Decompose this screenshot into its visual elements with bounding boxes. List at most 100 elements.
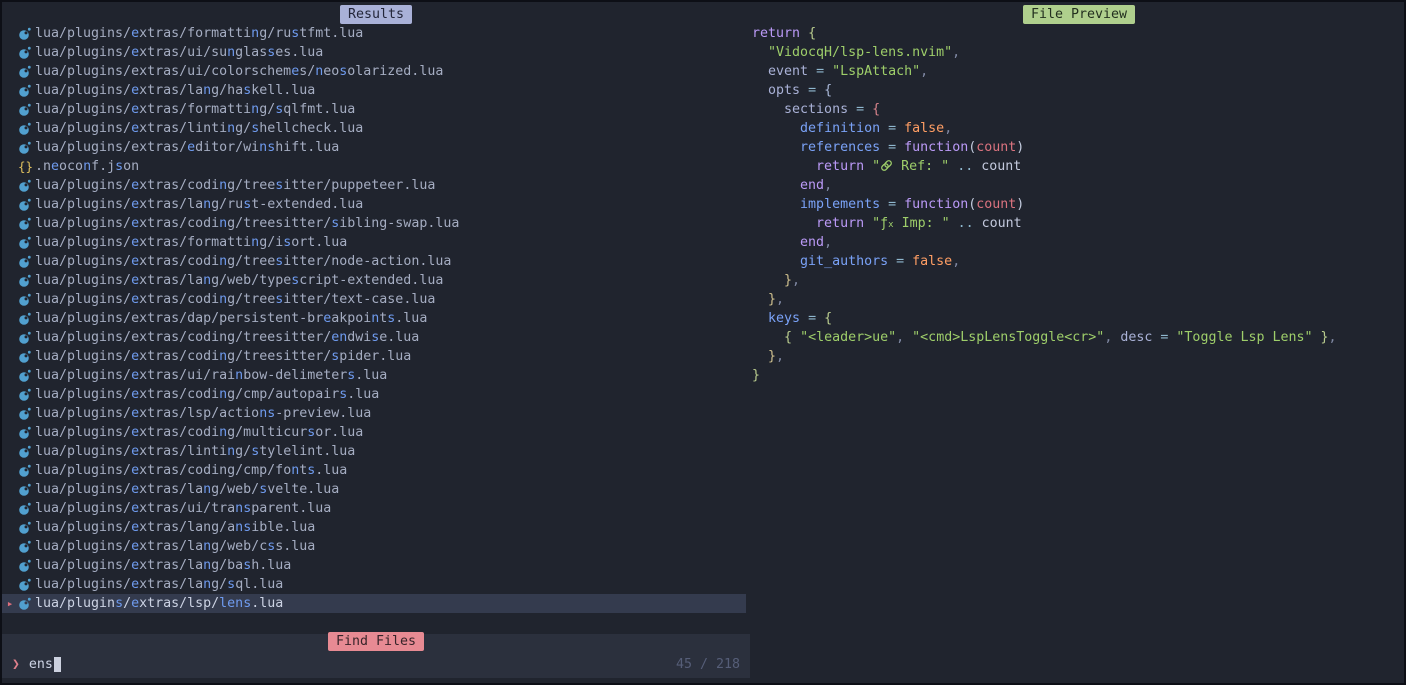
lua-file-icon: [18, 426, 35, 440]
match-highlight: lens: [219, 596, 251, 611]
code-line: implements = function(count): [752, 195, 1406, 214]
search-query-text: ens: [29, 657, 53, 672]
lua-file-icon: [18, 483, 35, 497]
file-path: lua/plugins/extras/linting/shellcheck.lu…: [35, 119, 363, 138]
result-row[interactable]: ▸lua/plugins/extras/linting/shellcheck.l…: [2, 119, 746, 138]
selection-caret-icon: ▸: [2, 385, 18, 404]
code-line: return " Ref: " .. count: [752, 157, 1406, 176]
result-row[interactable]: ▸lua/plugins/extras/coding/treesitter/sp…: [2, 347, 746, 366]
result-row[interactable]: ▸lua/plugins/extras/lang/haskell.lua: [2, 81, 746, 100]
file-path: lua/plugins/extras/ui/colorschemes/neoso…: [35, 62, 443, 81]
prompt-window: Find Files ❯ ens 45 / 218: [2, 634, 750, 678]
match-highlight: e: [131, 406, 139, 421]
file-path: lua/plugins/extras/editor/winshift.lua: [35, 138, 339, 157]
link-icon: [880, 159, 893, 174]
result-row[interactable]: ▸lua/plugins/extras/formatting/rustfmt.l…: [2, 24, 746, 43]
result-row[interactable]: ▸lua/plugins/extras/coding/treesitter/pu…: [2, 176, 746, 195]
file-path: lua/plugins/extras/ui/transparent.lua: [35, 499, 331, 518]
match-highlight: n: [235, 501, 243, 516]
match-highlight: e: [131, 444, 139, 459]
match-highlight: n: [219, 425, 227, 440]
prompt-input[interactable]: ❯ ens 45 / 218: [2, 652, 750, 676]
file-path: lua/plugins/extras/coding/multicursor.lu…: [35, 423, 363, 442]
result-row[interactable]: ▸lua/plugins/extras/formatting/isort.lua: [2, 233, 746, 252]
file-path: lua/plugins/extras/lsp/actions-preview.l…: [35, 404, 371, 423]
result-row[interactable]: ▸lua/plugins/extras/coding/multicursor.l…: [2, 423, 746, 442]
match-highlight: n: [219, 216, 227, 231]
lua-file-icon: [18, 407, 35, 421]
selection-caret-icon: ▸: [2, 575, 18, 594]
text-cursor: [54, 657, 61, 672]
result-row[interactable]: ▸lua/plugins/extras/lang/web/css.lua: [2, 537, 746, 556]
selection-caret-icon: ▸: [2, 119, 18, 138]
selection-caret-icon: ▸: [2, 309, 18, 328]
match-highlight: e: [131, 596, 139, 611]
match-highlight: s: [251, 121, 259, 136]
match-highlight: e: [131, 45, 139, 60]
code-line: },: [752, 290, 1406, 309]
result-row[interactable]: ▸lua/plugins/extras/formatting/sqlfmt.lu…: [2, 100, 746, 119]
selection-caret-icon: ▸: [2, 556, 18, 575]
match-highlight: e: [131, 102, 139, 117]
selection-caret-icon: ▸: [2, 24, 18, 43]
result-row[interactable]: ▸lua/plugins/extras/coding/treesitter/no…: [2, 252, 746, 271]
match-highlight: n: [219, 178, 227, 193]
code-line: },: [752, 347, 1406, 366]
result-row[interactable]: ▸ lua/plugins/extras/ui/colorschemes/neos…: [2, 62, 746, 81]
match-highlight: e: [131, 292, 139, 307]
result-row[interactable]: ▸lua/plugins/extras/ui/sunglasses.lua: [2, 43, 746, 62]
selection-caret-icon: ▸: [2, 62, 18, 81]
match-highlight: e: [131, 577, 139, 592]
prompt-header: Find Files: [2, 632, 750, 651]
result-row[interactable]: ▸lua/plugins/extras/lang/rust-extended.l…: [2, 195, 746, 214]
match-highlight: n: [251, 102, 259, 117]
match-highlight: s: [115, 596, 123, 611]
match-highlight: e: [131, 349, 139, 364]
file-path: lua/plugins/extras/formatting/isort.lua: [35, 233, 347, 252]
match-highlight: s: [243, 520, 251, 535]
selection-caret-icon: ▸: [2, 214, 18, 233]
result-row[interactable]: ▸lua/plugins/extras/coding/cmp/fonts.lua: [2, 461, 746, 480]
lua-file-icon: [18, 464, 35, 478]
match-highlight: s: [267, 140, 275, 155]
selection-caret-icon: ▸: [2, 404, 18, 423]
match-highlight: e: [131, 558, 139, 573]
result-row[interactable]: ▸ lua/plugins/extras/lsp/actions-preview.…: [2, 404, 746, 423]
match-highlight: n: [83, 159, 91, 174]
match-highlight: n: [259, 140, 267, 155]
result-row[interactable]: ▸lua/plugins/extras/lang/web/typescript-…: [2, 271, 746, 290]
result-row[interactable]: ▸lua/plugins/extras/lang/ansible.lua: [2, 518, 746, 537]
match-highlight: n: [251, 235, 259, 250]
match-highlight: n: [251, 26, 259, 41]
result-row[interactable]: ▸lua/plugins/extras/lsp/lens.lua: [2, 594, 746, 613]
result-row[interactable]: ▸lua/plugins/extras/ui/transparent.lua: [2, 499, 746, 518]
result-row[interactable]: ▸lua/plugins/extras/linting/stylelint.lu…: [2, 442, 746, 461]
json-file-icon: {}: [18, 157, 35, 176]
code-line: end,: [752, 233, 1406, 252]
result-row[interactable]: ▸lua/plugins/extras/lang/bash.lua: [2, 556, 746, 575]
match-highlight: n: [203, 539, 211, 554]
prompt-chevron-icon: ❯: [12, 657, 20, 672]
match-highlight: n: [227, 121, 235, 136]
lua-file-icon: [18, 559, 35, 573]
match-highlight: e: [131, 387, 139, 402]
result-row[interactable]: ▸lua/plugins/extras/lang/sql.lua: [2, 575, 746, 594]
match-highlight: n: [203, 83, 211, 98]
result-row[interactable]: ▸lua/plugins/extras/coding/treesitter/si…: [2, 214, 746, 233]
result-row[interactable]: ▸lua/plugins/extras/coding/cmp/autopairs…: [2, 385, 746, 404]
result-row[interactable]: ▸lua/plugins/extras/lang/web/svelte.lua: [2, 480, 746, 499]
result-row[interactable]: ▸{}.neoconf.json: [2, 157, 746, 176]
result-row[interactable]: ▸lua/plugins/extras/coding/treesitter/en…: [2, 328, 746, 347]
result-row[interactable]: ▸ lua/plugins/extras/dap/persistent-break…: [2, 309, 746, 328]
selection-caret-icon: ▸: [2, 328, 18, 347]
lua-file-icon: [18, 103, 35, 117]
file-preview-title-badge: File Preview: [1023, 5, 1135, 24]
lua-file-icon: [18, 65, 35, 79]
result-row[interactable]: ▸lua/plugins/extras/coding/treesitter/te…: [2, 290, 746, 309]
result-row[interactable]: ▸lua/plugins/extras/editor/winshift.lua: [2, 138, 746, 157]
file-path: lua/plugins/extras/ui/rainbow-delimeters…: [35, 366, 387, 385]
file-path: lua/plugins/extras/dap/persistent-breakp…: [35, 309, 427, 328]
file-path: lua/plugins/extras/lang/web/css.lua: [35, 537, 315, 556]
result-row[interactable]: ▸lua/plugins/extras/ui/rainbow-delimeter…: [2, 366, 746, 385]
code-line: git_authors = false,: [752, 252, 1406, 271]
